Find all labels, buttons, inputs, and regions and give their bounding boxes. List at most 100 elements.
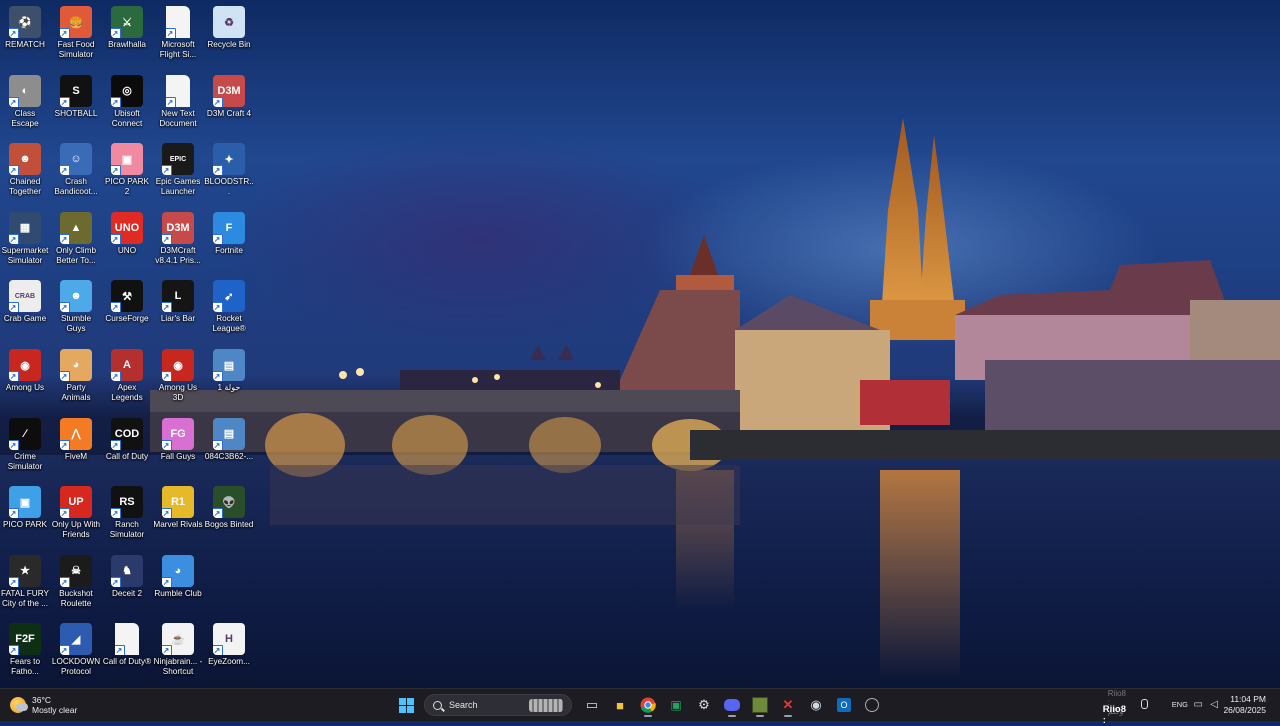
chrome-button[interactable]	[634, 692, 662, 718]
image-file-icon: ▤ ↗	[213, 417, 245, 450]
desktop-icon[interactable]: ⚔ ↗ Brawlhalla	[102, 2, 152, 70]
desktop-icon-label: FiveM	[64, 451, 88, 461]
task-view-button[interactable]: ▭	[578, 692, 606, 718]
minecraft-button[interactable]	[746, 692, 774, 718]
desktop-icon[interactable]: S ↗ SHOTBALL	[51, 71, 101, 139]
terminal-icon: ▣	[670, 698, 682, 712]
desktop-icon-label: Apex Legends	[111, 383, 143, 402]
volume-icon[interactable]: ◁	[1210, 699, 1218, 710]
desktop-icon-label: Fall Guys	[160, 451, 196, 461]
desktop-icon[interactable]: ⋀ ↗ FiveM	[51, 414, 101, 482]
desktop-icon[interactable]: ↗ Call of Duty®	[102, 619, 152, 687]
desktop-icon-label: Marvel Rivals	[153, 520, 203, 530]
desktop-icon[interactable]: ♻ Recycle Bin	[204, 2, 254, 70]
desktop-icon[interactable]: ◕ ↗ Rumble Club	[153, 551, 203, 619]
shortcut-arrow-icon: ↗	[111, 576, 121, 587]
desktop-icon[interactable]: ▲ ↗ Only Climb Better To...	[51, 208, 101, 276]
start-button[interactable]	[392, 692, 420, 718]
desktop-icon[interactable]: D3M ↗ D3MCraft v8.4.1 Pris...	[153, 208, 203, 276]
desktop-icon-label: CurseForge	[105, 314, 149, 324]
desktop-icon[interactable]: ◎ ↗ Ubisoft Connect	[102, 71, 152, 139]
user-label[interactable]: Riio8 :	[1103, 704, 1126, 726]
desktop-icon[interactable]: D3M ↗ D3M Craft 4	[204, 71, 254, 139]
desktop-icon[interactable]: 🍔 ↗ Fast Food Simulator	[51, 2, 101, 70]
desktop-icon[interactable]: ▤ ↗ حولة 1	[204, 345, 254, 413]
shortcut-arrow-icon: ↗	[162, 508, 172, 519]
desktop-icon[interactable]: RS ↗ Ranch Simulator	[102, 482, 152, 550]
epic-games-icon: EPIC ↗	[162, 143, 194, 176]
desktop-icon[interactable]: ↗ New Text Document	[153, 71, 203, 139]
desktop-icon[interactable]: 👽 ↗ Bogos Binted	[204, 482, 254, 550]
desktop-icon[interactable]: COD ↗ Call of Duty	[102, 414, 152, 482]
file-explorer-button[interactable]: ■	[606, 692, 634, 718]
desktop-icon[interactable]: FG ↗ Fall Guys	[153, 414, 203, 482]
fatal-fury-icon: ★ ↗	[9, 554, 41, 587]
desktop-icon[interactable]: ✦ ↗ BLOODSTR...	[204, 139, 254, 207]
desktop-icon[interactable]: ☻ ↗ Chained Together	[0, 139, 50, 207]
desktop-icon[interactable]: UNO ↗ UNO	[102, 208, 152, 276]
desktop-icon[interactable]: ◢ ↗ LOCKDOWN Protocol	[51, 619, 101, 687]
network-icon[interactable]: ▭	[1194, 699, 1203, 710]
shortcut-arrow-icon: ↗	[111, 233, 121, 244]
desktop-icon[interactable]: ◉ ↗ Among Us 3D	[153, 345, 203, 413]
desktop-icon[interactable]: F ↗ Fortnite	[204, 208, 254, 276]
desktop-icon[interactable]: R1 ↗ Marvel Rivals	[153, 482, 203, 550]
desktop-icon[interactable]: ☺ ↗ Crash Bandicoot...	[51, 139, 101, 207]
buckshot-icon: ☠ ↗	[60, 554, 92, 587]
desktop-icon-label: Call of Duty®	[102, 657, 152, 667]
desktop-icon[interactable]: ▣ ↗ PICO PARK	[0, 482, 50, 550]
desktop-icon[interactable]: H ↗ EyeZoom...	[204, 619, 254, 687]
shortcut-arrow-icon: ↗	[111, 96, 121, 107]
shortcut-arrow-icon: ↗	[162, 371, 172, 381]
clock-date: 26/08/2025	[1223, 705, 1266, 715]
desktop-icon-label: EyeZoom...	[208, 657, 250, 667]
desktop-icon-label: Fears to Fatho...	[9, 657, 41, 677]
microphone-icon[interactable]	[1141, 699, 1148, 709]
desktop-icon[interactable]: F2F ↗ Fears to Fatho...	[0, 619, 50, 687]
desktop-icon[interactable]: ◐ ↗ Class Escape	[0, 71, 50, 139]
shortcut-arrow-icon: ↗	[111, 302, 121, 313]
desktop-icon[interactable]: ◕ ↗ Party Animals	[51, 345, 101, 413]
desktop-icon[interactable]: ▤ ↗ 084C3B62-...	[204, 414, 254, 482]
shortcut-arrow-icon: ↗	[60, 645, 70, 656]
desktop-icon[interactable]: ⚒ ↗ CurseForge	[102, 276, 152, 344]
discord-button[interactable]	[718, 692, 746, 718]
desktop-icon[interactable]: ▣ ↗ PICO PARK 2	[102, 139, 152, 207]
desktop-icon[interactable]: ∕ ↗ Crime Simulator	[0, 414, 50, 482]
crash-icon: ☺ ↗	[60, 143, 92, 176]
desktop-icon[interactable]: ☻ ↗ Stumble Guys	[51, 276, 101, 344]
shortcut-arrow-icon: ↗	[213, 645, 223, 656]
terminal-button[interactable]: ▣	[662, 692, 690, 718]
desktop-icon[interactable]: ☕ ↗ Ninjabrain... - Shortcut	[153, 619, 203, 687]
steam-button[interactable]: ◉	[802, 692, 830, 718]
outlook-button[interactable]: O	[830, 692, 858, 718]
app-circle-button[interactable]	[858, 692, 886, 718]
desktop-icon[interactable]: EPIC ↗ Epic Games Launcher	[153, 139, 203, 207]
desktop-icon[interactable]: ♞ ↗ Deceit 2	[102, 551, 152, 619]
language-indicator[interactable]: ENG	[1172, 700, 1188, 709]
shortcut-arrow-icon: ↗	[9, 165, 19, 176]
desktop-icon-label: Crash Bandicoot...	[54, 177, 98, 197]
desktop-icon[interactable]: ↗ Microsoft Flight Si...	[153, 2, 203, 70]
desktop-icon[interactable]: L ↗ Liar's Bar	[153, 276, 203, 344]
desktop-icon[interactable]: A ↗ Apex Legends	[102, 345, 152, 413]
weather-widget[interactable]: 36°C Mostly clear	[10, 692, 77, 718]
steam-helper-button[interactable]: ⚙	[690, 692, 718, 718]
desktop-icons: ⚽ ↗ REMATCH 🍔 ↗ Fast Food Simulator ⚔ ↗ Brawlhal…	[0, 0, 260, 688]
shortcut-arrow-icon: ↗	[9, 508, 19, 519]
desktop-icon[interactable]: CRAB ↗ Crab Game	[0, 276, 50, 344]
x-app-button[interactable]: ✕	[774, 692, 802, 718]
clock[interactable]: 11:04 PM 26/08/2025	[1223, 694, 1266, 716]
desktop-icon[interactable]: UP ↗ Only Up With Friends	[51, 482, 101, 550]
desktop-icon-label: Rocket League®	[212, 314, 246, 334]
desktop-icon[interactable]: ▦ ↗ Supermarket Simulator	[0, 208, 50, 276]
desktop-icon[interactable]: ⚽ ↗ REMATCH	[0, 2, 50, 70]
desktop-icon-label: Bogos Binted	[204, 520, 254, 530]
desktop-icon[interactable]: ☠ ↗ Buckshot Roulette	[51, 551, 101, 619]
desktop-icon[interactable]: ★ ↗ FATAL FURY City of the ...	[0, 551, 50, 619]
desktop-icon[interactable]: ➹ ↗ Rocket League®	[204, 276, 254, 344]
search-box[interactable]: Search	[424, 694, 572, 716]
deceit-icon: ♞ ↗	[111, 554, 143, 587]
desktop-icon[interactable]: ◉ ↗ Among Us	[0, 345, 50, 413]
shortcut-arrow-icon: ↗	[213, 165, 223, 176]
